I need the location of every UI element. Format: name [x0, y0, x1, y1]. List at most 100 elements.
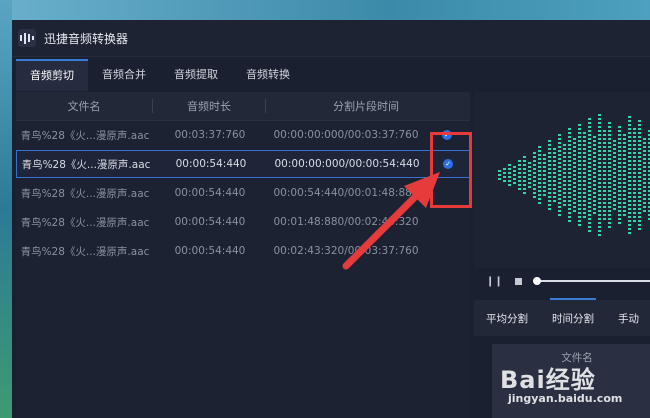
waveform-bar [558, 162, 561, 164]
waveform-bar [598, 174, 601, 176]
waveform-bar [513, 182, 516, 184]
waveform-bar [583, 168, 586, 170]
waveform-bar [638, 228, 641, 230]
row-duration: 00:00:54:440 [174, 245, 246, 257]
waveform-bar [638, 172, 641, 174]
waveform-bar [603, 210, 606, 212]
waveform-bar [603, 190, 606, 192]
waveform-bar [523, 180, 526, 182]
waveform-bar [638, 200, 641, 202]
waveform-bar [633, 196, 636, 198]
waveform-bar [578, 200, 581, 202]
waveform-bar [548, 140, 551, 142]
waveform-bar [613, 196, 616, 198]
waveform-bar [588, 198, 591, 200]
waveform-bar [623, 190, 626, 192]
waveform-bar [583, 140, 586, 142]
waveform-bar [583, 136, 586, 138]
waveform-bar [548, 152, 551, 154]
waveform-bar [568, 204, 571, 206]
waveform-bar [598, 130, 601, 132]
waveform-bar [628, 224, 631, 226]
waveform-bar [638, 164, 641, 166]
waveform-bar [563, 184, 566, 186]
pause-icon[interactable]: ❙❙ [486, 276, 503, 287]
waveform-bar [528, 170, 531, 172]
waveform-bar [603, 202, 606, 204]
watermark-brand: Bai经验 [500, 366, 596, 394]
waveform-bar [563, 168, 566, 170]
waveform-bar [543, 182, 546, 184]
waveform-bar [583, 172, 586, 174]
row-duration: 00:00:54:440 [174, 216, 246, 228]
waveform-bar [598, 170, 601, 172]
waveform-bar [638, 212, 641, 214]
header-segment-time: 分割片段时间 [333, 100, 399, 113]
tab-audio-extract[interactable]: 音频提取 [160, 59, 232, 91]
waveform-bar [523, 192, 526, 194]
waveform-bar [558, 214, 561, 216]
waveform-bar [598, 206, 601, 208]
waveform-bar [613, 144, 616, 146]
waveform-bar [563, 188, 566, 190]
waveform-bar [578, 124, 581, 126]
waveform-bar [628, 164, 631, 166]
tab-audio-cut[interactable]: 音频剪切 [16, 59, 88, 91]
waveform-bar [623, 174, 626, 176]
waveform-bar [563, 156, 566, 158]
waveform-bar [618, 182, 621, 184]
waveform-bar [603, 170, 606, 172]
waveform-bar [533, 160, 536, 162]
waveform-bar [593, 196, 596, 198]
waveform-bar [603, 138, 606, 140]
tab-audio-merge[interactable]: 音频合并 [88, 59, 160, 91]
waveform-bar [508, 184, 511, 186]
waveform-bar [568, 216, 571, 218]
row-duration: 00:00:54:440 [174, 187, 246, 199]
tab-audio-convert[interactable]: 音频转换 [232, 59, 304, 91]
table-row[interactable]: 青鸟%28《火...漫原声.aac 00:03:37:760 00:00:00:… [16, 121, 470, 149]
waveform-bar [628, 184, 631, 186]
waveform-bar [548, 188, 551, 190]
waveform-bar [573, 158, 576, 160]
waveform-bar [528, 178, 531, 180]
waveform-bar [628, 132, 631, 134]
waveform-bar [553, 156, 556, 158]
waveform-bar [533, 192, 536, 194]
tab-average-split[interactable]: 平均分割 [474, 311, 540, 326]
waveform-bar [623, 166, 626, 168]
waveform-bar [573, 162, 576, 164]
waveform-bar [638, 144, 641, 146]
waveform-bar [543, 194, 546, 196]
waveform-bar [573, 166, 576, 168]
waveform-bar [583, 148, 586, 150]
waveform-bar [558, 138, 561, 140]
tab-manual-split[interactable]: 手动 [606, 311, 650, 326]
waveform-bar [598, 230, 601, 232]
waveform-bar [548, 164, 551, 166]
tab-time-split[interactable]: 时间分割 [540, 297, 606, 326]
waveform-bar [578, 192, 581, 194]
waveform-bar [613, 204, 616, 206]
waveform-bar [628, 228, 631, 230]
desktop-top-strip [0, 0, 650, 20]
waveform-bar [578, 216, 581, 218]
waveform-bar [568, 148, 571, 150]
waveform-bar [623, 138, 626, 140]
progress-knob[interactable] [532, 277, 541, 285]
waveform-bar [543, 190, 546, 192]
stop-icon[interactable] [514, 277, 522, 285]
waveform-bar [628, 128, 631, 130]
waveform-bar [523, 160, 526, 162]
waveform-bar [618, 214, 621, 216]
waveform-bar [558, 198, 561, 200]
waveform-bar [608, 154, 611, 156]
waveform-display [474, 92, 650, 268]
waveform-bar [593, 180, 596, 182]
waveform-bar [608, 122, 611, 124]
waveform-bar [633, 200, 636, 202]
waveform-bar [548, 200, 551, 202]
waveform-bar [633, 148, 636, 150]
waveform-bar [598, 158, 601, 160]
progress-track[interactable] [532, 277, 650, 285]
